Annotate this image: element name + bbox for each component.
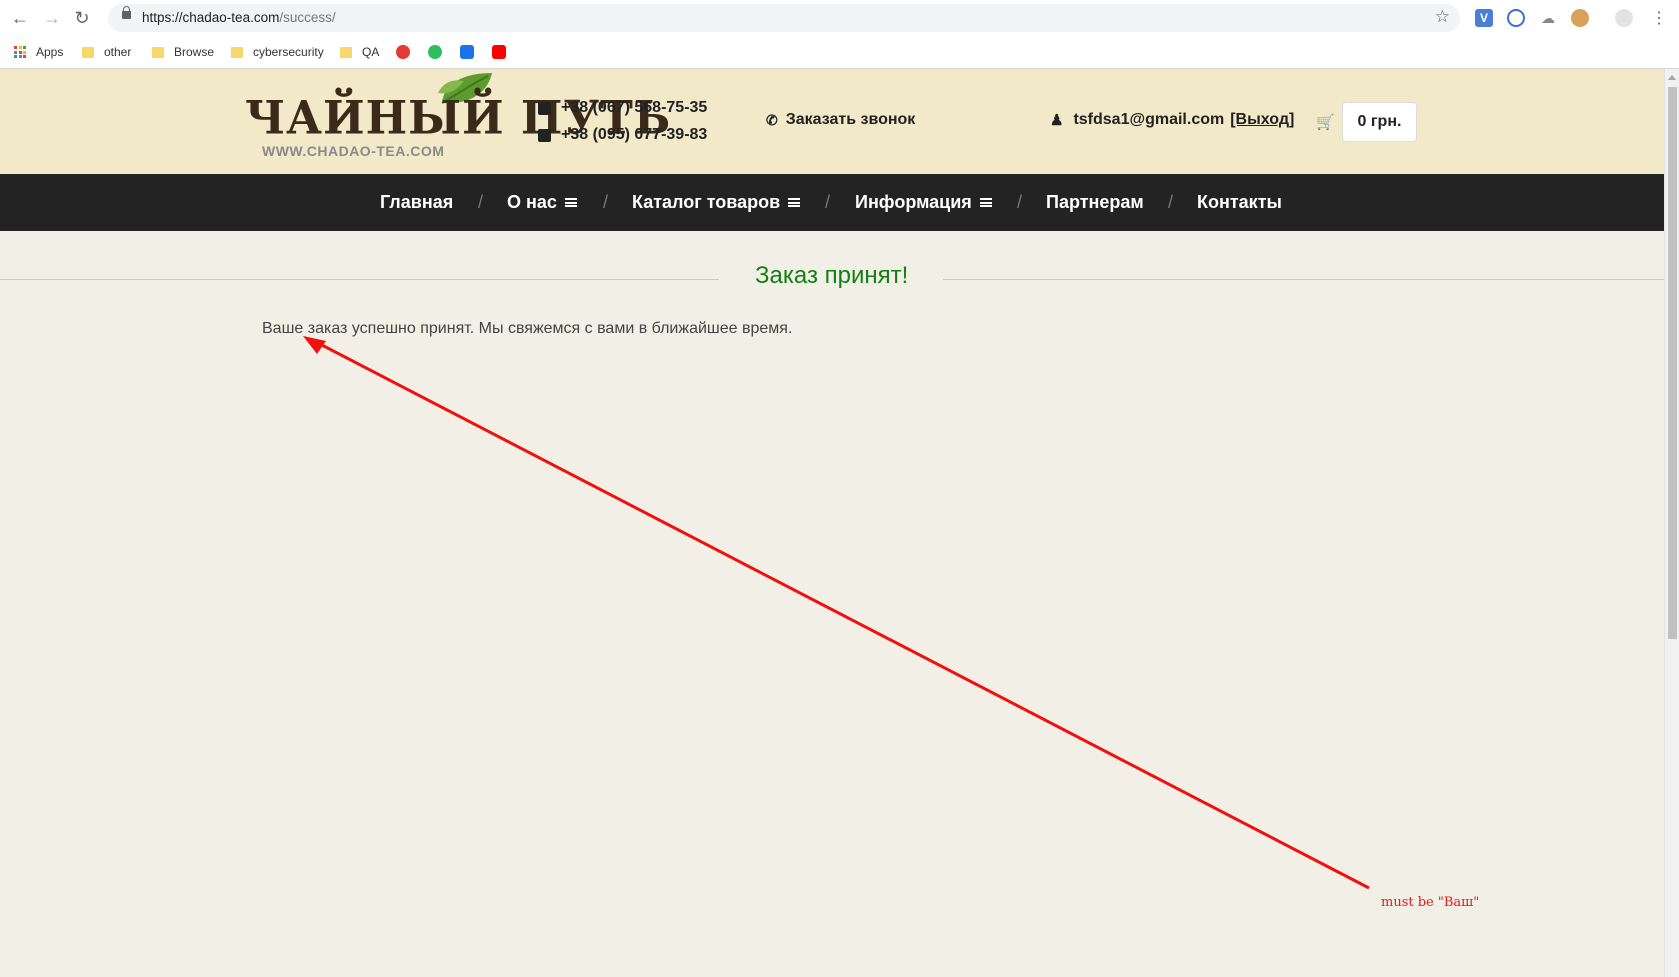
scrollbar-thumb[interactable]: [1668, 87, 1677, 639]
arrow-app-icon: [460, 45, 474, 59]
bookmark-label: Browse: [174, 45, 215, 59]
title-divider-left: [0, 279, 719, 280]
nav-partners[interactable]: Партнерам: [1046, 192, 1144, 213]
cart-icon[interactable]: 🛒: [1316, 113, 1335, 131]
user-icon: ♟: [1050, 112, 1064, 129]
nav-info[interactable]: Информация: [855, 192, 992, 213]
callback-label: Заказать звонок: [785, 111, 916, 128]
bookmark-blue[interactable]: [460, 42, 474, 62]
page-scrollbar[interactable]: [1664, 69, 1679, 977]
menu-icon: [788, 198, 801, 207]
nav-contacts[interactable]: Контакты: [1197, 192, 1282, 213]
user-account: ♟ tsfdsa1@gmail.com [Выход]: [1050, 111, 1294, 129]
browser-toolbar: ← → ↻ https://chadao-tea.com/success/ ☆ …: [0, 0, 1679, 36]
bookmark-qa[interactable]: QA: [340, 42, 379, 62]
page-title: Заказ принят!: [755, 262, 909, 289]
bookmark-other[interactable]: other: [82, 42, 131, 62]
menu-dots-icon[interactable]: ⋮: [1647, 6, 1671, 30]
forward-arrow-icon[interactable]: →: [40, 6, 64, 30]
cookie-extension-icon[interactable]: [1571, 9, 1589, 27]
url-text: https://chadao-tea.com/success/: [142, 10, 336, 25]
youtube-icon: [492, 45, 506, 59]
nav-separator: /: [1017, 192, 1023, 212]
bookmark-label: Apps: [36, 45, 64, 59]
evernote-icon: [428, 45, 442, 59]
sync-extension-icon[interactable]: [1507, 9, 1525, 27]
vpn-extension-icon[interactable]: V: [1475, 9, 1493, 27]
nav-label: О нас: [507, 192, 557, 212]
scroll-up-icon[interactable]: [1668, 75, 1676, 80]
cloud-extension-icon[interactable]: ☁: [1539, 9, 1557, 27]
nav-label: Каталог товаров: [632, 192, 781, 212]
nav-catalog[interactable]: Каталог товаров: [632, 192, 801, 213]
folder-icon: [152, 46, 164, 58]
success-message: Ваше заказ успешно принят. Мы свяжемся с…: [262, 320, 793, 337]
lock-icon: [122, 6, 131, 19]
bookmark-apps[interactable]: Apps: [14, 42, 63, 62]
bookmark-tomato[interactable]: [396, 42, 410, 62]
nav-label: Партнерам: [1046, 192, 1144, 212]
title-divider-right: [943, 279, 1664, 280]
apps-grid-icon: [14, 46, 26, 58]
phone-number: +38 (067) 568-75-35: [561, 99, 708, 116]
logout-link[interactable]: [Выход]: [1230, 111, 1294, 129]
callback-link[interactable]: ✆ Заказать звонок: [766, 111, 915, 129]
bookmark-label: cybersecurity: [253, 45, 324, 59]
bookmark-label: QA: [362, 45, 380, 59]
profile-avatar-icon[interactable]: [1615, 9, 1633, 27]
nav-separator: /: [1168, 192, 1174, 212]
bookmark-star-icon[interactable]: ☆: [1435, 7, 1450, 27]
handset-icon: ✆: [766, 111, 778, 128]
bookmark-evernote[interactable]: [428, 42, 442, 62]
site-header: ЧАЙНЫЙ ПУТЬ WWW.CHADAO-TEA.COM +38 (067)…: [0, 69, 1664, 174]
back-arrow-icon[interactable]: ←: [8, 6, 32, 30]
tomato-icon: [396, 45, 410, 59]
user-email[interactable]: tsfdsa1@gmail.com: [1073, 111, 1224, 129]
folder-icon: [82, 46, 94, 58]
phone-number: +38 (095) 077-39-83: [561, 126, 708, 143]
nav-separator: /: [603, 192, 609, 212]
phone-icon: [538, 128, 551, 142]
phone-icon: [538, 101, 551, 115]
nav-about[interactable]: О нас: [507, 192, 577, 213]
nav-separator: /: [478, 192, 484, 212]
logo-subtitle: WWW.CHADAO-TEA.COM: [262, 143, 445, 159]
nav-separator: /: [825, 192, 831, 212]
bookmark-browse[interactable]: Browse: [152, 42, 214, 62]
nav-label: Главная: [380, 192, 454, 212]
annotation-note: must be "Ваш": [1381, 895, 1480, 910]
bookmarks-bar: Apps other Browse cybersecurity QA: [0, 36, 1679, 69]
phone-1[interactable]: +38 (067) 568-75-35: [538, 99, 707, 117]
bookmark-cybersecurity[interactable]: cybersecurity: [231, 42, 324, 62]
nav-label: Контакты: [1197, 192, 1282, 212]
bookmark-youtube[interactable]: [492, 42, 506, 62]
address-bar[interactable]: https://chadao-tea.com/success/ ☆: [108, 4, 1460, 32]
menu-icon: [979, 198, 992, 207]
nav-home[interactable]: Главная: [380, 192, 453, 213]
main-navigation: Главная / О нас / Каталог товаров / Инфо…: [0, 174, 1664, 231]
folder-icon: [231, 46, 243, 58]
folder-icon: [340, 46, 352, 58]
bookmark-label: other: [104, 45, 132, 59]
reload-icon[interactable]: ↻: [70, 6, 94, 30]
cart-button[interactable]: 0 грн.: [1342, 102, 1417, 142]
phone-2[interactable]: +38 (095) 077-39-83: [538, 126, 707, 144]
nav-label: Информация: [855, 192, 972, 212]
menu-icon: [564, 198, 577, 207]
